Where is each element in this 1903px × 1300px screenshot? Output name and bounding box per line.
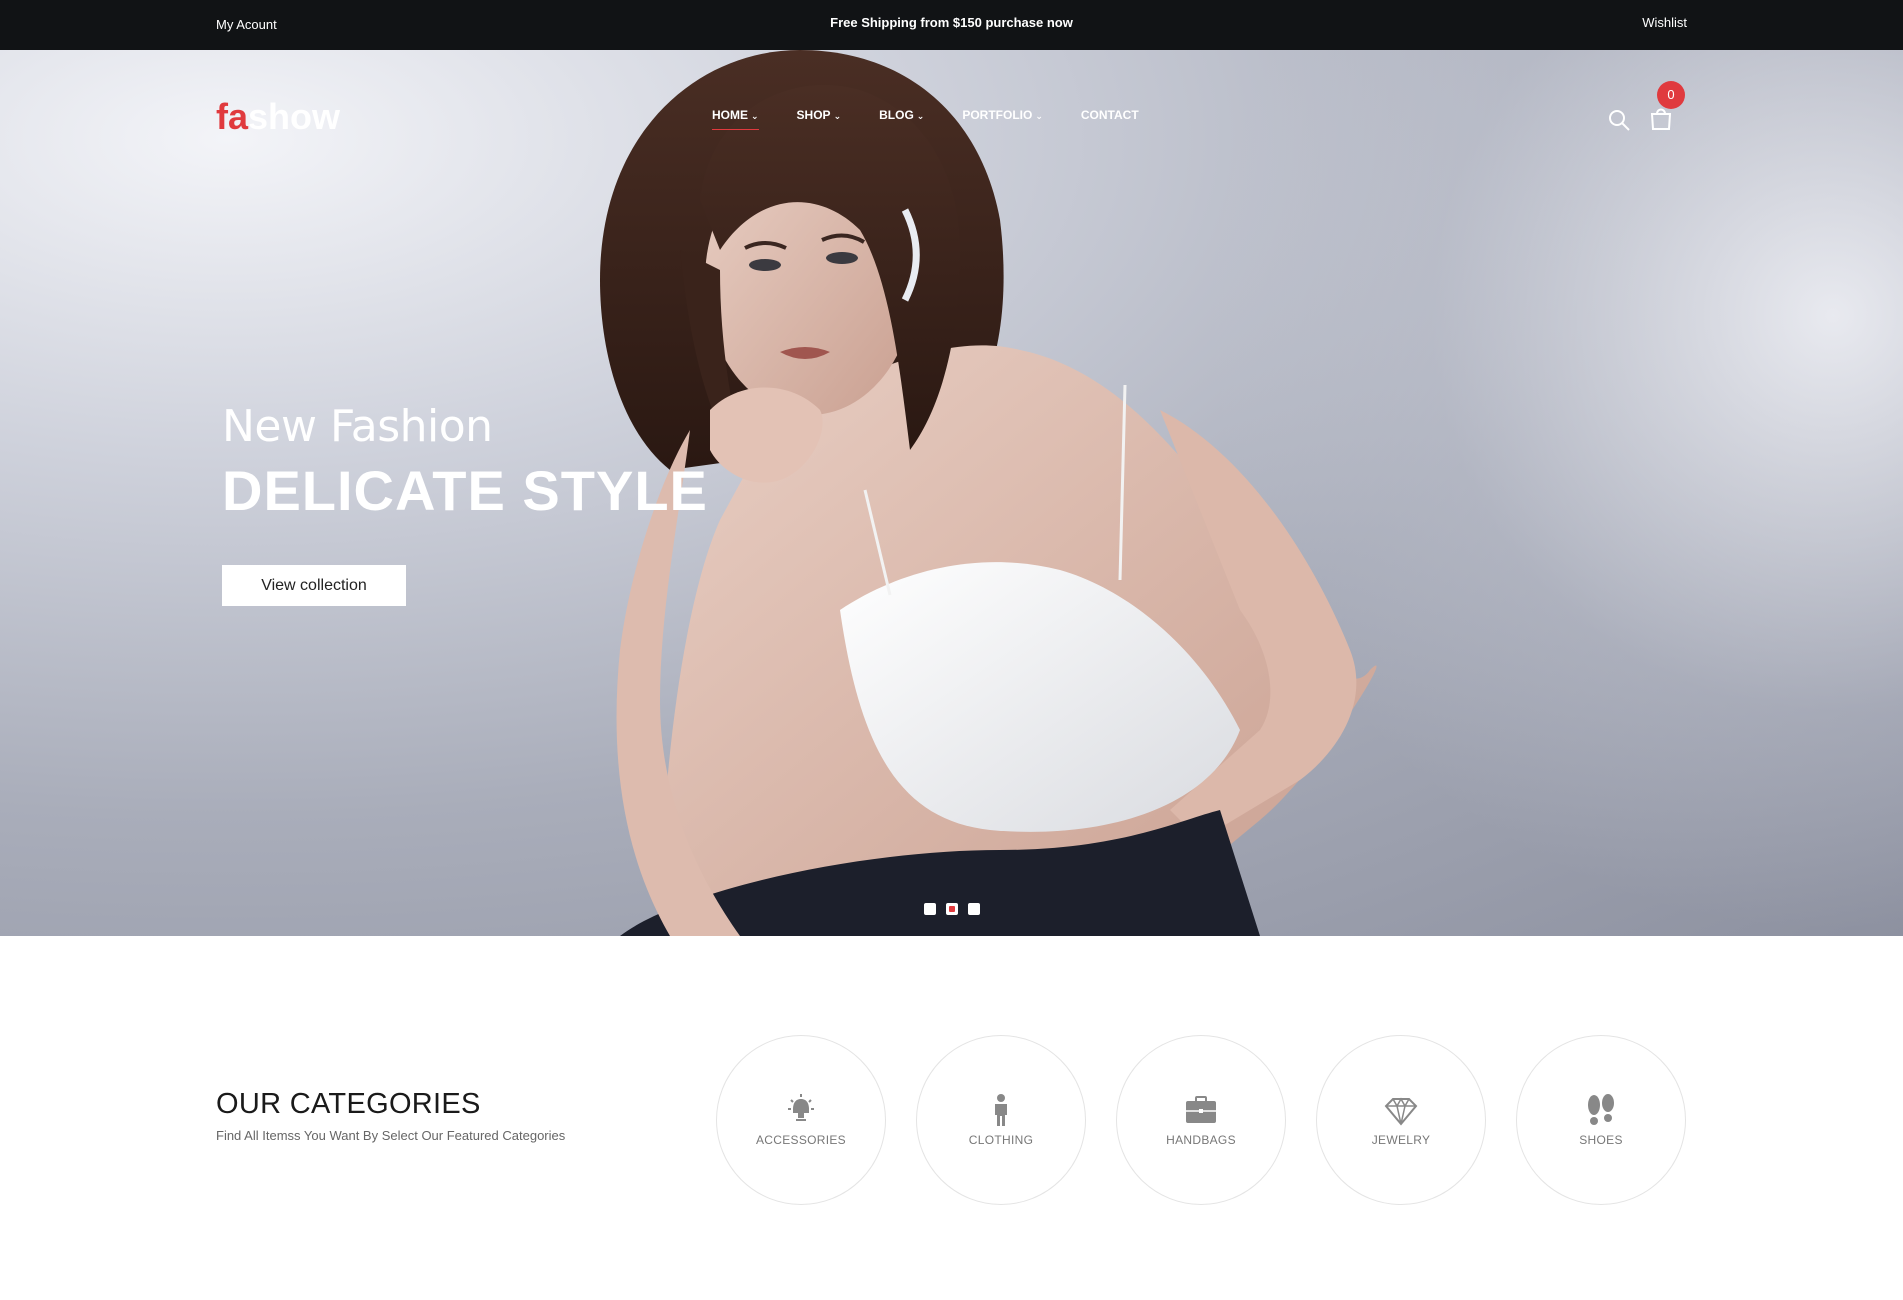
- chevron-down-icon: ⌄: [833, 111, 842, 121]
- slider-dot-1[interactable]: [924, 903, 936, 915]
- footprints-icon: [1588, 1094, 1614, 1125]
- view-collection-button[interactable]: View collection: [222, 565, 406, 606]
- category-label: JEWELRY: [1371, 1133, 1431, 1147]
- slider-dot-3[interactable]: [968, 903, 980, 915]
- nav-item-home[interactable]: HOME ⌄: [712, 108, 759, 130]
- nav-item-label: CONTACT: [1080, 108, 1139, 122]
- chevron-down-icon: ⌄: [916, 111, 925, 121]
- wishlist-link[interactable]: Wishlist: [1642, 15, 1687, 30]
- person-icon: [995, 1094, 1007, 1126]
- nav-item-portfolio[interactable]: PORTFOLIO ⌄: [962, 108, 1043, 122]
- nav-item-blog[interactable]: BLOG ⌄: [879, 108, 924, 122]
- hero-title: DELICATE STYLE: [222, 459, 708, 522]
- category-clothing[interactable]: CLOTHING: [916, 1035, 1086, 1205]
- hero-slider: fashow HOME ⌄ SHOP ⌄ BLOG ⌄ PORTFOLIO ⌄ CONT…: [0, 50, 1903, 936]
- free-shipping-banner: Free Shipping from $150 purchase now: [830, 15, 1073, 30]
- top-bar: My Acount Free Shipping from $150 purcha…: [0, 0, 1903, 50]
- diamond-icon: [1384, 1097, 1418, 1126]
- chevron-down-icon: ⌄: [751, 111, 759, 121]
- nav-item-label: SHOP: [796, 108, 831, 122]
- hero-subtitle: New Fashion: [222, 401, 493, 452]
- category-accessories[interactable]: ACCESSORIES: [716, 1035, 886, 1205]
- nav-item-contact[interactable]: CONTACT: [1081, 108, 1139, 122]
- chevron-down-icon: ⌄: [1035, 111, 1043, 121]
- logo-text: show: [248, 96, 341, 137]
- categories-subtitle: Find All Itemss You Want By Select Our F…: [216, 1128, 566, 1143]
- category-handbags[interactable]: HANDBAGS: [1116, 1035, 1286, 1205]
- nav-item-label: PORTFOLIO: [962, 108, 1033, 122]
- briefcase-icon: [1186, 1096, 1216, 1123]
- main-nav: HOME ⌄ SHOP ⌄ BLOG ⌄ PORTFOLIO ⌄ CONTACT: [712, 108, 1177, 130]
- category-shoes[interactable]: SHOES: [1516, 1035, 1686, 1205]
- category-label: ACCESSORIES: [756, 1133, 846, 1147]
- category-list: ACCESSORIES CLOTHING HANDBAGS JEWELRY SH…: [716, 1035, 1686, 1205]
- search-icon[interactable]: [1607, 108, 1631, 132]
- slider-pagination: [924, 903, 980, 915]
- slider-dot-2[interactable]: [946, 903, 958, 915]
- nav-item-label: BLOG: [879, 108, 914, 122]
- category-label: HANDBAGS: [1166, 1133, 1236, 1147]
- cart-count-badge: 0: [1657, 81, 1685, 109]
- nav-item-label: HOME: [712, 108, 748, 122]
- fashow-logo[interactable]: fashow: [216, 96, 340, 138]
- categories-title: OUR CATEGORIES: [216, 1088, 481, 1120]
- lamp-icon: [788, 1094, 814, 1121]
- category-label: SHOES: [1579, 1133, 1623, 1147]
- category-jewelry[interactable]: JEWELRY: [1316, 1035, 1486, 1205]
- nav-item-shop[interactable]: SHOP ⌄: [797, 108, 842, 122]
- category-label: CLOTHING: [968, 1133, 1034, 1147]
- logo-accent-text: fa: [216, 96, 249, 137]
